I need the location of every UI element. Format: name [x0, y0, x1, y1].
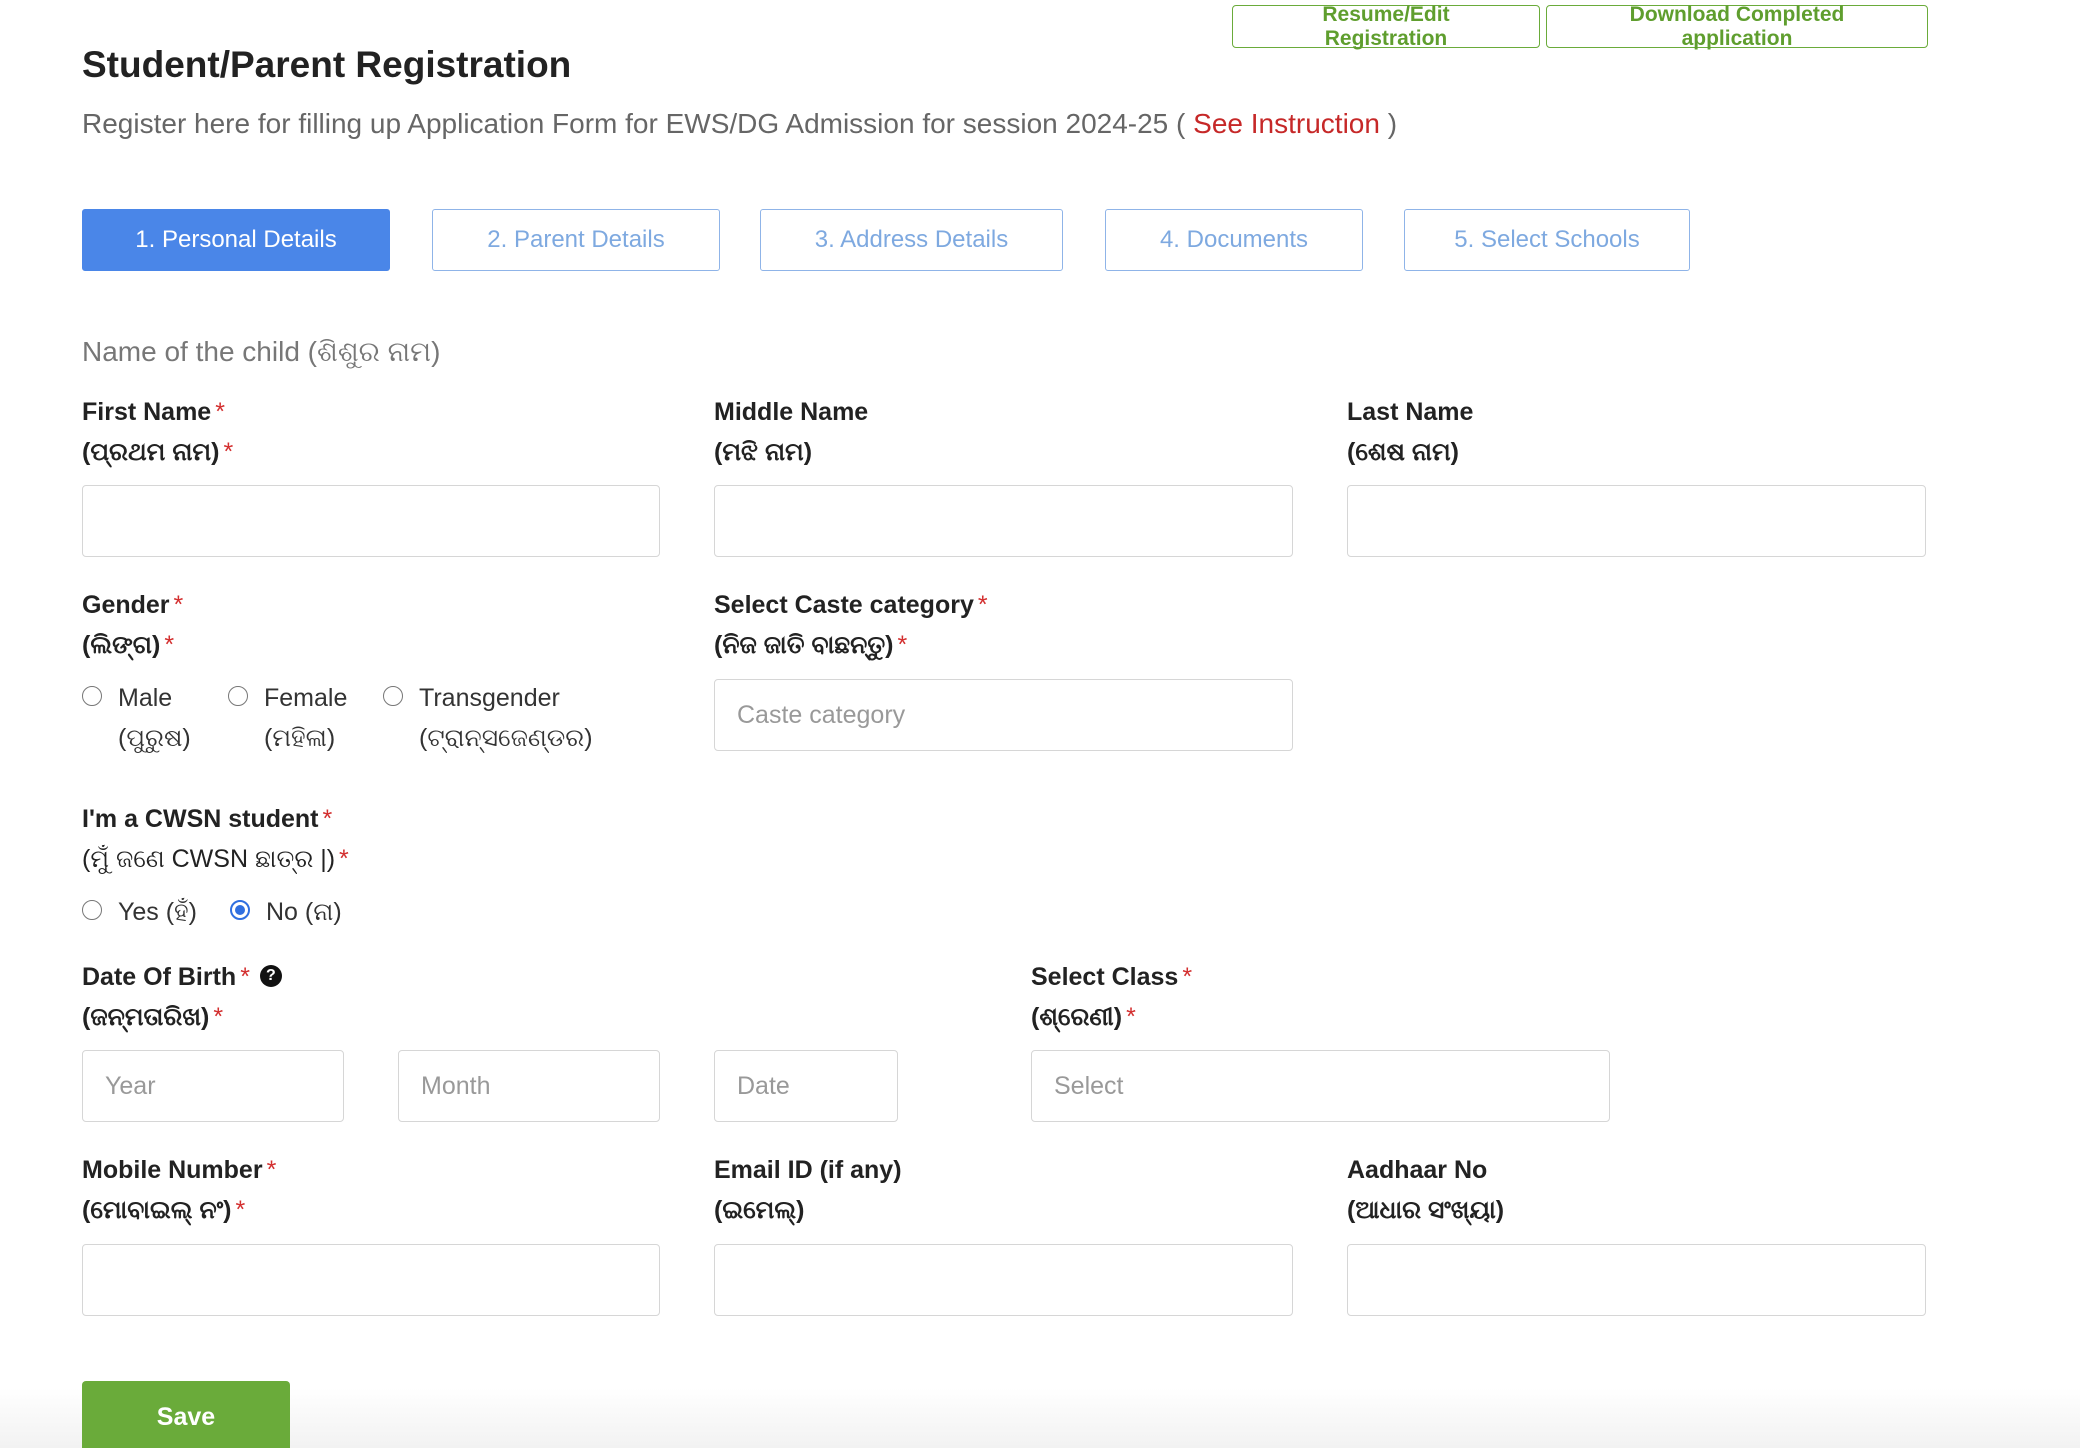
gender-option-female[interactable]: Female (ମହିଳା) [228, 678, 365, 758]
tab-documents[interactable]: 4. Documents [1105, 209, 1363, 271]
gender-radio-group: Male (ପୁରୁଷ) Female (ମହିଳା) Transgender (ଟ୍… [82, 678, 611, 758]
transgender-radio[interactable] [383, 686, 403, 706]
page-bottom-shade [0, 1388, 2080, 1448]
tab-parent-details[interactable]: 2. Parent Details [432, 209, 720, 271]
caste-category-label: Select Caste category * (ନିଜ ଜାତି ବାଛନ୍ତୁ… [714, 591, 988, 659]
subtitle-text: Register here for filling up Application… [82, 108, 1186, 139]
top-actions: Resume/Edit Registration Download Comple… [1232, 3, 1928, 50]
gender-option-male[interactable]: Male (ପୁରୁଷ) [82, 678, 210, 758]
dob-year-select[interactable]: Year [82, 1050, 344, 1122]
aadhaar-input[interactable] [1347, 1244, 1926, 1316]
page-subtitle: Register here for filling up Application… [82, 108, 1397, 140]
tab-address-details[interactable]: 3. Address Details [760, 209, 1063, 271]
page-title: Student/Parent Registration [82, 44, 572, 85]
middle-name-input[interactable] [714, 485, 1293, 557]
cwsn-option-no[interactable]: No (ନା) [230, 892, 342, 932]
subtitle-suffix: ) [1387, 108, 1398, 139]
cwsn-radio-group: Yes (ହଁ) No (ନା) [82, 892, 360, 932]
last-name-input[interactable] [1347, 485, 1926, 557]
mobile-number-label: Mobile Number * (ମୋବାଇଲ୍ ନଂ) * [82, 1156, 277, 1224]
cwsn-yes-radio[interactable] [82, 900, 102, 920]
date-of-birth-label: Date Of Birth *? (ଜନ୍ମତାରିଖ) * [82, 957, 282, 1037]
question-circle-icon[interactable]: ? [259, 965, 282, 988]
save-button[interactable]: Save [82, 1381, 290, 1448]
caste-category-select[interactable]: Caste category [714, 679, 1293, 751]
male-radio[interactable] [82, 686, 102, 706]
dob-month-select[interactable]: Month [398, 1050, 660, 1122]
step-tabs: 1. Personal Details 2. Parent Details 3.… [82, 209, 1702, 271]
download-completed-application-button[interactable]: Download Completed application [1546, 3, 1928, 50]
select-class-label: Select Class * (ଶ୍ରେଣୀ) * [1031, 963, 1193, 1031]
last-name-label: Last Name (ଶେଷ ନାମ) [1347, 398, 1474, 466]
email-label: Email ID (if any) (ଇମେଲ୍) [714, 1156, 902, 1224]
cwsn-label: I'm a CWSN student * (ମୁଁ ଜଣେ CWSN ଛାତ୍ର … [82, 805, 349, 873]
first-name-input[interactable] [82, 485, 660, 557]
section-label-child-name: Name of the child (ଶିଶୁର ନାମ) [82, 336, 441, 367]
female-radio[interactable] [228, 686, 248, 706]
dob-date-select[interactable]: Date [714, 1050, 898, 1122]
tab-select-schools[interactable]: 5. Select Schools [1404, 209, 1690, 271]
mobile-number-input[interactable] [82, 1244, 660, 1316]
cwsn-option-yes[interactable]: Yes (ହଁ) [82, 892, 212, 932]
resume-edit-registration-button[interactable]: Resume/Edit Registration [1232, 3, 1540, 50]
first-name-label: First Name * (ପ୍ରଥମ ନାମ) * [82, 398, 234, 466]
see-instruction-link[interactable]: See Instruction [1193, 108, 1380, 139]
cwsn-no-radio[interactable] [230, 900, 250, 920]
gender-label: Gender * (ଲିଙ୍ଗ) * [82, 591, 184, 659]
middle-name-label: Middle Name (ମଝି ନାମ) [714, 398, 869, 466]
select-class-select[interactable]: Select [1031, 1050, 1610, 1122]
email-input[interactable] [714, 1244, 1293, 1316]
aadhaar-label: Aadhaar No (ଆଧାର ସଂଖ୍ୟା) [1347, 1156, 1505, 1224]
gender-option-transgender[interactable]: Transgender (ଟ୍ରାନ୍ସଜେଣ୍ଡର) [383, 678, 593, 758]
tab-personal-details[interactable]: 1. Personal Details [82, 209, 390, 271]
